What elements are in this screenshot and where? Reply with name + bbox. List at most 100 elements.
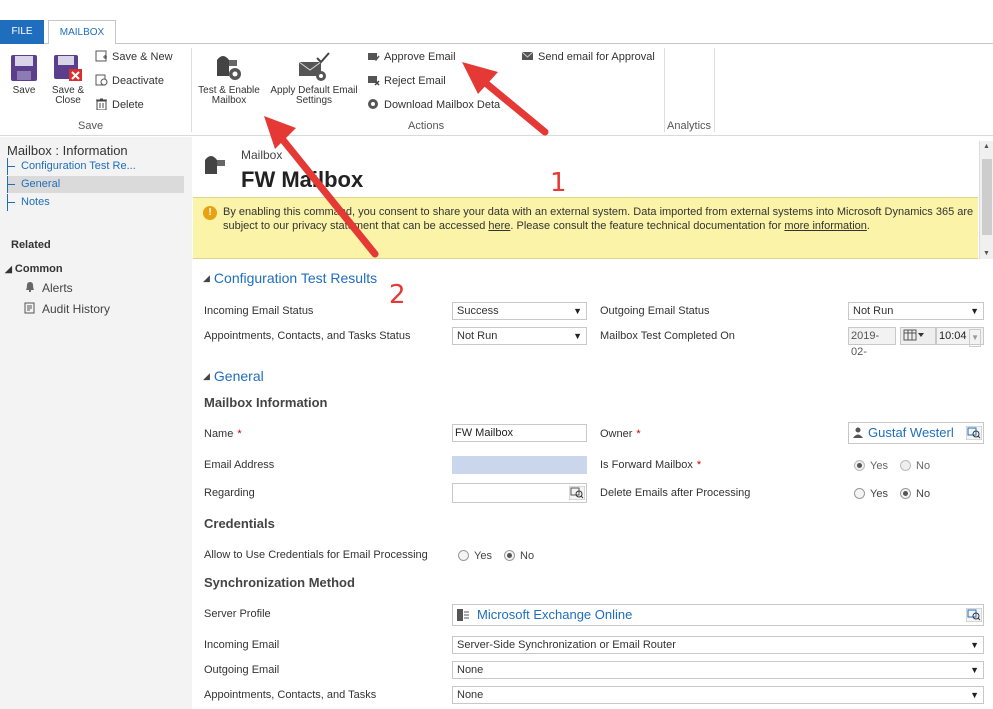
lookup-icon[interactable] [569,486,585,500]
nav-item-configuration-test[interactable]: Configuration Test Re... [7,158,184,175]
server-profile-icon [457,609,469,621]
act-status-select[interactable]: Not Run ▼ [452,327,587,345]
user-icon [853,427,863,438]
nav-item-general[interactable]: General [7,176,184,193]
server-profile-value[interactable]: Microsoft Exchange Online [477,607,632,623]
common-heading[interactable]: ◢ Common [5,263,63,275]
completed-date-field[interactable]: 2019-02- [848,327,896,358]
group-save-label: Save [78,120,104,132]
delete-button[interactable]: Delete [95,97,144,113]
outgoing-email-status-select[interactable]: Not Run ▼ [848,302,984,320]
name-label-text: Name [204,428,234,440]
credentials-heading: Credentials [204,516,275,531]
section-general[interactable]: ◢ General [203,368,264,384]
entity-name: Mailbox [241,148,283,162]
incoming-email-select[interactable]: Server-Side Synchronization or Email Rou… [452,636,984,654]
tab-file[interactable]: FILE [0,20,44,44]
delete-label: Delete [112,99,144,111]
radio-dot [900,460,911,471]
mailbox-icon [205,156,225,174]
section-general-label: General [213,368,264,384]
ribbon-tabs: FILE MAILBOX [0,20,993,45]
ribbon: Save Save & Close Save & New Deactivate … [0,44,993,136]
scrollbar-thumb[interactable] [982,159,992,235]
dropdown-arrow-icon: ▼ [970,640,979,650]
nav-link-audit-history[interactable]: Audit History [24,302,110,316]
header-scrollbar[interactable]: ▲ ▼ [979,141,993,259]
credentials-yes-label: Yes [474,550,492,562]
reject-email-icon [368,76,380,86]
deactivate-button[interactable]: Deactivate [95,73,164,89]
save-close-label: Save & Close [51,85,85,106]
save-new-button[interactable]: Save & New [95,49,173,65]
outgoing-email-value: None [457,664,484,676]
delete-emails-label: Delete Emails after Processing [600,487,751,499]
delete-yes-radio[interactable]: Yes [854,488,888,500]
download-mailbox-label: Download Mailbox Deta [384,99,501,111]
test-enable-mailbox-button[interactable]: Test & Enable Mailbox [196,52,262,106]
lookup-icon[interactable] [966,608,982,622]
credentials-no-label: No [520,550,535,562]
owner-lookup[interactable]: Gustaf Westerl [848,422,984,444]
act-email-value: None [457,689,484,701]
privacy-here-link[interactable]: here [488,220,510,232]
more-information-link[interactable]: more information [784,220,867,232]
completed-time-value: 10:04 [939,330,967,342]
forward-yes-radio[interactable]: Yes [854,460,888,472]
required-marker: * [636,428,641,440]
owner-label: Owner * [600,428,641,440]
name-label: Name * [204,428,242,440]
delete-no-radio[interactable]: No [900,488,930,500]
approve-email-button[interactable]: Approve Email [367,49,456,65]
apply-default-email-settings-button[interactable]: Apply Default Email Settings [266,52,362,106]
save-close-icon [54,55,82,81]
save-close-button[interactable]: Save & Close [48,54,88,106]
ribbon-separator [714,48,715,132]
forward-no-radio[interactable]: No [900,460,930,472]
test-enable-label: Test & Enable Mailbox [198,85,260,106]
outgoing-email-status-label: Outgoing Email Status [600,305,710,317]
is-forward-mailbox-label-text: Is Forward Mailbox [600,459,693,471]
warning-icon: ! [203,206,217,220]
approve-email-label: Approve Email [384,51,456,63]
notice-text-end: . [866,220,870,232]
dropdown-arrow-icon: ▼ [573,306,582,316]
completed-time-field[interactable]: 10:04 ▼ [936,327,984,347]
server-profile-lookup[interactable]: Microsoft Exchange Online [452,604,984,626]
name-field[interactable]: FW Mailbox [452,424,587,442]
save-button[interactable]: Save [6,54,42,96]
send-email-approval-button[interactable]: Send email for Approval [521,49,655,65]
owner-value[interactable]: Gustaf Westerl [868,425,954,441]
act-email-select[interactable]: None ▼ [452,686,984,704]
outgoing-email-select[interactable]: None ▼ [452,661,984,679]
radio-dot [504,550,515,561]
reject-email-label: Reject Email [384,75,446,87]
bell-icon [26,282,34,292]
incoming-email-status-select[interactable]: Success ▼ [452,302,587,320]
scroll-down-icon[interactable]: ▼ [983,250,990,257]
outgoing-email-label: Outgoing Email [204,664,280,676]
credentials-yes-radio[interactable]: Yes [458,550,492,562]
calendar-icon [903,329,924,341]
section-configuration-test-results[interactable]: ◢ Configuration Test Results [203,270,377,286]
group-actions-label: Actions [408,120,445,132]
nav-item-notes[interactable]: Notes [7,194,184,211]
time-dropdown-icon[interactable]: ▼ [969,329,981,347]
reject-email-button[interactable]: Reject Email [367,73,446,89]
nav-title: Mailbox : Information [7,143,128,158]
nav-link-alerts[interactable]: Alerts [24,281,73,295]
credentials-no-radio[interactable]: No [504,550,534,562]
calendar-button[interactable] [900,327,936,345]
regarding-lookup[interactable] [452,483,587,503]
common-label: Common [14,263,63,275]
download-mailbox-details-button[interactable]: Download Mailbox Deta [367,97,500,113]
lookup-icon[interactable] [966,426,982,440]
regarding-label: Regarding [204,487,255,499]
envelope-icon [521,51,534,60]
tab-mailbox[interactable]: MAILBOX [48,20,116,45]
email-address-field[interactable] [452,456,587,474]
notice-text: By enabling this command, you consent to… [223,205,975,233]
scroll-up-icon[interactable]: ▲ [983,143,990,150]
is-forward-mailbox-label: Is Forward Mailbox * [600,459,701,471]
mailbox-gear-icon [217,56,241,80]
